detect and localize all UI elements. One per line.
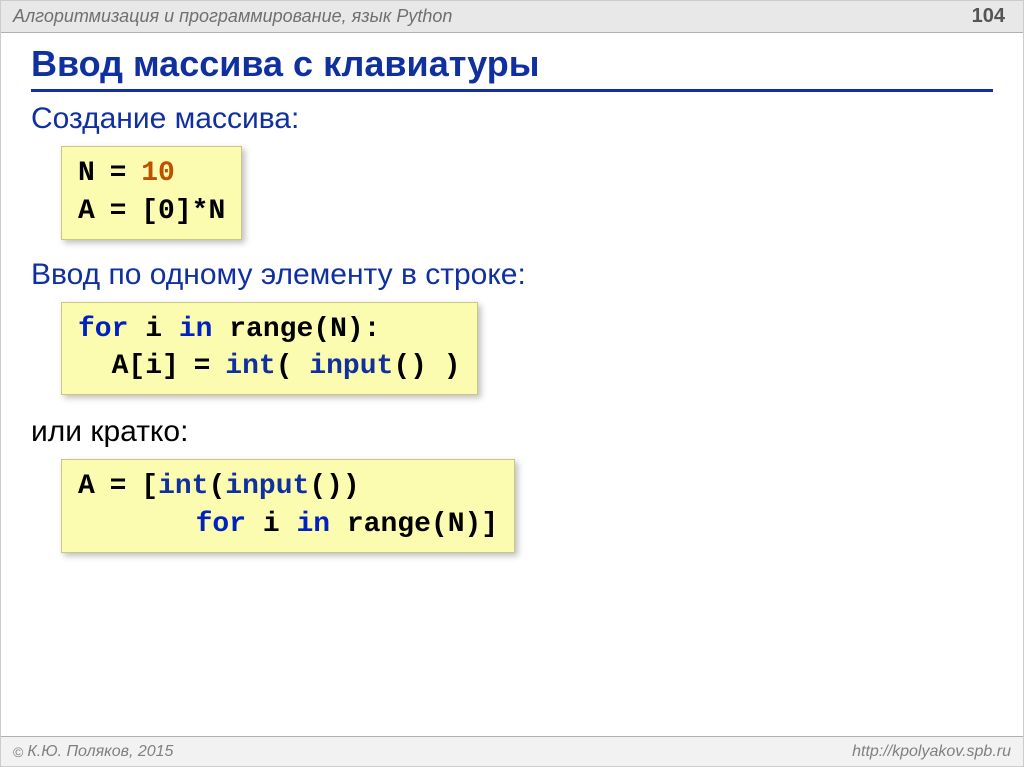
footer-url: http://kpolyakov.spb.ru <box>852 743 1011 761</box>
header-subject: Алгоритмизация и программирование, язык … <box>13 6 452 27</box>
code-block-1: N = 10 A = [0]*N <box>61 146 242 240</box>
slide-title: Ввод массива с клавиатуры <box>31 43 993 92</box>
section-heading-2: Ввод по одному элементу в строке: <box>31 258 993 292</box>
slide-header: Алгоритмизация и программирование, язык … <box>1 1 1023 33</box>
code-block-2: for i in range(N): A[i] = int( input() ) <box>61 302 478 396</box>
footer-author: К.Ю. Поляков, 2015 <box>27 743 173 761</box>
slide-footer: © К.Ю. Поляков, 2015 http://kpolyakov.sp… <box>1 736 1023 766</box>
page-number: 104 <box>972 5 1005 28</box>
slide-content: Ввод массива с клавиатуры Создание масси… <box>1 33 1023 563</box>
section-heading-1: Создание массива: <box>31 102 993 136</box>
section-heading-3: или кратко: <box>31 415 993 449</box>
code-block-3: A = [int(input()) for i in range(N)] <box>61 459 515 553</box>
copyright-icon: © <box>13 744 23 760</box>
